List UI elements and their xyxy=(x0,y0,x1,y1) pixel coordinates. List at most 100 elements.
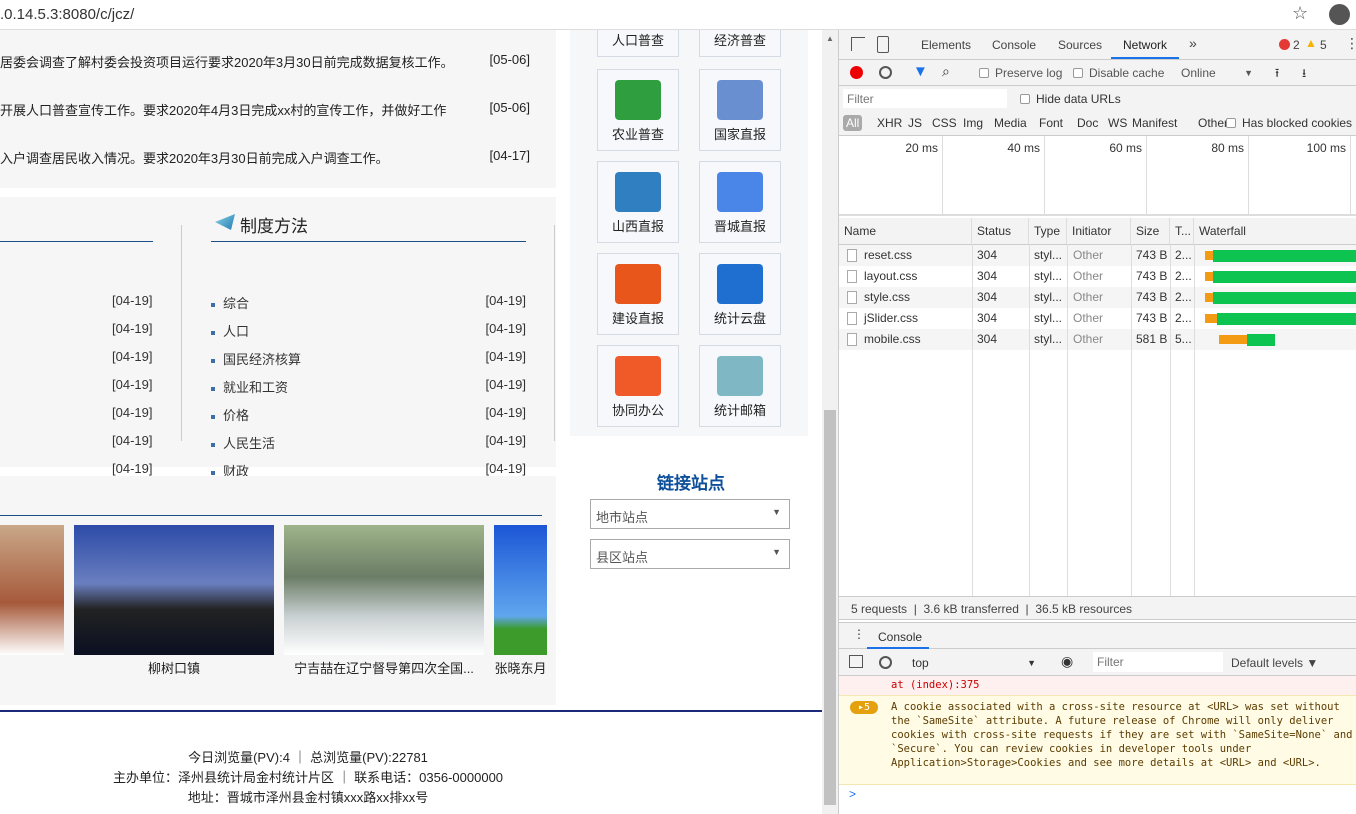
quick-link-tile[interactable]: 协同办公 xyxy=(597,345,679,427)
column-header[interactable]: Initiator xyxy=(1067,218,1131,244)
throttle-select[interactable]: Online ▼ xyxy=(1181,66,1253,80)
filter-icon[interactable]: ▼ xyxy=(913,63,928,80)
column-header[interactable]: Size xyxy=(1131,218,1170,244)
request-name[interactable]: jSlider.css xyxy=(864,308,918,329)
error-icon[interactable] xyxy=(1279,39,1290,50)
request-row[interactable]: reset.css 304 styl... Other 743 B 2... xyxy=(839,245,1356,266)
quick-link-tile[interactable]: 农业普查 xyxy=(597,69,679,151)
export-har-icon[interactable]: ⭳ xyxy=(1302,64,1306,85)
import-har-icon[interactable]: ⭱ xyxy=(1275,64,1279,85)
inspect-icon[interactable] xyxy=(851,37,865,51)
gallery-image[interactable] xyxy=(284,525,484,655)
methods-item[interactable]: 国民经济核算 [04-19] xyxy=(211,349,526,368)
methods-item[interactable]: 就业和工资 [04-19] xyxy=(211,377,526,396)
county-site-select[interactable]: 县区站点 ▼ xyxy=(590,539,790,569)
console-prompt[interactable]: > xyxy=(849,787,856,801)
drawer-menu-icon[interactable]: ⋮ xyxy=(853,627,865,641)
record-icon[interactable] xyxy=(850,66,863,79)
request-name[interactable]: style.css xyxy=(864,287,910,308)
column-header[interactable]: Name xyxy=(839,218,972,244)
methods-item-label[interactable]: 国民经济核算 xyxy=(223,352,301,367)
request-row[interactable]: layout.css 304 styl... Other 743 B 2... xyxy=(839,266,1356,287)
methods-item-label[interactable]: 就业和工资 xyxy=(223,380,288,395)
type-filter-doc[interactable]: Doc xyxy=(1074,115,1101,131)
type-filter-xhr[interactable]: XHR xyxy=(874,115,905,131)
city-site-select[interactable]: 地市站点 ▼ xyxy=(590,499,790,529)
request-row[interactable]: jSlider.css 304 styl... Other 743 B 2... xyxy=(839,308,1356,329)
gallery-caption[interactable]: 柳树口镇 xyxy=(74,658,274,677)
quick-link-tile[interactable]: 经济普查 xyxy=(699,30,781,57)
profile-icon[interactable] xyxy=(1329,4,1350,25)
column-header[interactable]: Status xyxy=(972,218,1029,244)
request-row[interactable]: mobile.css 304 styl... Other 581 B 5... xyxy=(839,329,1356,350)
methods-item[interactable]: 人民生活 [04-19] xyxy=(211,433,526,452)
more-options-icon[interactable]: ⋮ xyxy=(1345,35,1356,52)
error-source-link[interactable]: at (index):375 xyxy=(891,679,980,691)
drawer-tab-console[interactable]: Console xyxy=(878,630,922,644)
methods-item-label[interactable]: 综合 xyxy=(223,296,249,311)
live-expression-eye-icon[interactable]: ◉ xyxy=(1061,653,1073,670)
column-header[interactable]: Waterfall xyxy=(1194,218,1356,244)
quick-link-tile[interactable]: 山西直报 xyxy=(597,161,679,243)
type-filter-manifest[interactable]: Manifest xyxy=(1129,115,1180,131)
device-toggle-icon[interactable] xyxy=(877,36,889,53)
disable-cache-checkbox[interactable]: Disable cache xyxy=(1073,66,1164,80)
type-filter-img[interactable]: Img xyxy=(960,115,986,131)
tab-network[interactable]: Network xyxy=(1123,38,1167,52)
methods-item-label[interactable]: 人口 xyxy=(223,324,249,339)
clear-console-icon[interactable] xyxy=(879,656,892,669)
methods-item[interactable]: 综合 [04-19] xyxy=(211,293,526,312)
methods-item-label[interactable]: 人民生活 xyxy=(223,436,275,451)
address-bar[interactable]: .0.14.5.3:8080/c/jcz/ ☆ xyxy=(0,0,1356,30)
type-filter-js[interactable]: JS xyxy=(905,115,925,131)
star-icon[interactable]: ☆ xyxy=(1292,3,1308,24)
warning-icon[interactable]: ▲ xyxy=(1305,36,1317,50)
more-tabs-icon[interactable]: » xyxy=(1189,35,1197,51)
search-icon[interactable]: ⌕ xyxy=(942,63,950,80)
news-title[interactable]: 居委会调查了解村委会投资项目运行要求2020年3月30日前完成数据复核工作。 xyxy=(0,55,454,70)
clear-icon[interactable] xyxy=(879,66,892,79)
error-count[interactable]: 2 xyxy=(1293,38,1300,52)
column-header[interactable]: Type xyxy=(1029,218,1067,244)
news-title[interactable]: 入户调查居民收入情况。要求2020年3月30日前完成入户调查工作。 xyxy=(0,151,389,166)
methods-item-label[interactable]: 价格 xyxy=(223,408,249,423)
gallery-image[interactable] xyxy=(0,525,64,655)
preserve-log-checkbox[interactable]: Preserve log xyxy=(979,66,1062,80)
tab-console[interactable]: Console xyxy=(992,38,1036,52)
type-filter-css[interactable]: CSS xyxy=(929,115,960,131)
warning-count[interactable]: 5 xyxy=(1320,38,1327,52)
quick-link-tile[interactable]: 人口普查 xyxy=(597,30,679,57)
quick-link-tile[interactable]: 国家直报 xyxy=(699,69,781,151)
quick-link-tile[interactable]: 统计邮箱 xyxy=(699,345,781,427)
news-item[interactable]: 入户调查居民收入情况。要求2020年3月30日前完成入户调查工作。 [04-17] xyxy=(0,148,530,167)
scrollbar-thumb[interactable] xyxy=(824,410,836,805)
console-filter-input[interactable] xyxy=(1093,652,1223,672)
methods-item[interactable]: 人口 [04-19] xyxy=(211,321,526,340)
hide-data-urls-checkbox[interactable]: Hide data URLs xyxy=(1020,92,1121,106)
request-name[interactable]: reset.css xyxy=(864,245,912,266)
gallery-image[interactable] xyxy=(74,525,274,655)
request-name[interactable]: mobile.css xyxy=(864,329,921,350)
gallery-image[interactable] xyxy=(494,525,547,655)
request-name[interactable]: layout.css xyxy=(864,266,917,287)
warning-count-badge[interactable]: ▸5 xyxy=(850,701,878,714)
quick-link-tile[interactable]: 建设直报 xyxy=(597,253,679,335)
sidebar-toggle-icon[interactable] xyxy=(849,655,863,668)
tab-elements[interactable]: Elements xyxy=(921,38,971,52)
context-select[interactable]: top ▼ xyxy=(912,656,1036,670)
methods-item[interactable]: 价格 [04-19] xyxy=(211,405,526,424)
column-header[interactable]: T... xyxy=(1170,218,1194,244)
type-filter-media[interactable]: Media xyxy=(991,115,1030,131)
blocked-cookies-checkbox[interactable]: Has blocked cookies xyxy=(1226,116,1352,130)
news-item[interactable]: 开展人口普查宣传工作。要求2020年4月3日完成xx村的宣传工作，并做好工作 [0… xyxy=(0,100,530,119)
news-title[interactable]: 开展人口普查宣传工作。要求2020年4月3日完成xx村的宣传工作，并做好工作 xyxy=(0,103,446,118)
tab-sources[interactable]: Sources xyxy=(1058,38,1102,52)
type-filter-ws[interactable]: WS xyxy=(1105,115,1130,131)
gallery-caption[interactable]: 张晓东月 xyxy=(494,658,547,677)
type-filter-all[interactable]: All xyxy=(843,115,863,131)
page-scrollbar[interactable]: ▲ xyxy=(822,30,838,814)
scroll-up-icon[interactable]: ▲ xyxy=(826,34,834,43)
quick-link-tile[interactable]: 晋城直报 xyxy=(699,161,781,243)
gallery-caption[interactable]: 宁吉喆在辽宁督导第四次全国... xyxy=(284,658,484,677)
request-row[interactable]: style.css 304 styl... Other 743 B 2... xyxy=(839,287,1356,308)
